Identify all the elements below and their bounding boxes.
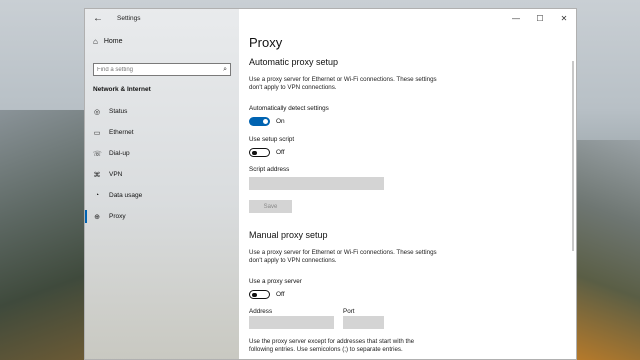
data-usage-icon: ◔ xyxy=(94,192,100,199)
setup-script-state: Off xyxy=(276,149,285,156)
use-proxy-state: Off xyxy=(276,291,285,298)
use-proxy-toggle-row: Off xyxy=(249,290,285,299)
sidebar-item-data-usage[interactable]: ◔ Data usage xyxy=(85,185,239,206)
globe-icon: ◎ xyxy=(93,108,101,116)
sidebar-item-label: Data usage xyxy=(109,192,143,199)
desc-line: don't apply to VPN connections. xyxy=(249,84,337,92)
section-title: Network & Internet xyxy=(93,86,151,93)
save-button[interactable]: Save xyxy=(249,200,292,213)
sidebar-item-proxy[interactable]: ⊕ Proxy xyxy=(85,206,239,227)
home-nav-item[interactable]: ⌂ Home xyxy=(93,37,123,46)
auto-setup-heading: Automatic proxy setup xyxy=(249,57,339,67)
desktop-background-right xyxy=(574,140,640,360)
ethernet-icon: ▭ xyxy=(93,129,101,137)
use-proxy-toggle[interactable] xyxy=(249,290,270,299)
home-label: Home xyxy=(103,38,123,45)
sidebar-item-label: Ethernet xyxy=(109,129,134,136)
script-address-label: Script address xyxy=(249,166,290,173)
desc-line: following entries. Use semicolons (;) to… xyxy=(249,346,403,354)
setup-script-toggle-row: Off xyxy=(249,148,285,157)
port-label: Port xyxy=(343,308,355,315)
proxy-exceptions-description: Use the proxy server except for addresse… xyxy=(249,338,559,355)
search-input[interactable] xyxy=(97,66,215,73)
globe-icon: ⊕ xyxy=(94,213,100,221)
desc-line: Use a proxy server for Ethernet or Wi-Fi… xyxy=(249,249,437,256)
search-icon[interactable]: ⌕ xyxy=(223,66,227,74)
app-title: Settings xyxy=(117,14,141,22)
manual-setup-heading: Manual proxy setup xyxy=(249,230,328,240)
auto-detect-toggle[interactable] xyxy=(249,117,270,126)
use-proxy-label: Use a proxy server xyxy=(249,278,302,285)
auto-detect-state: On xyxy=(276,118,285,125)
port-field[interactable] xyxy=(343,316,384,329)
manual-setup-description: Use a proxy server for Ethernet or Wi-Fi… xyxy=(249,249,559,266)
sidebar-item-label: Proxy xyxy=(109,213,126,220)
sidebar-item-status[interactable]: ◎ Status xyxy=(85,101,239,122)
auto-detect-toggle-row: On xyxy=(249,117,285,126)
address-label: Address xyxy=(249,308,273,315)
sidebar-item-label: Status xyxy=(109,108,128,115)
script-address-field[interactable] xyxy=(249,177,384,190)
scrollbar[interactable] xyxy=(572,61,574,251)
sidebar-item-label: VPN xyxy=(109,171,123,178)
vpn-icon: ⌘ xyxy=(93,171,101,179)
desc-line: Use a proxy server for Ethernet or Wi-Fi… xyxy=(249,76,437,83)
window-controls: — ☐ ✕ xyxy=(504,9,576,27)
sidebar-item-label: Dial-up xyxy=(109,150,130,157)
search-box[interactable]: ⌕ xyxy=(93,63,231,76)
auto-detect-label: Automatically detect settings xyxy=(249,105,329,112)
address-field[interactable] xyxy=(249,316,334,329)
sidebar-item-dial-up[interactable]: ☏ Dial-up xyxy=(85,143,239,164)
maximize-button[interactable]: ☐ xyxy=(528,9,552,27)
minimize-button[interactable]: — xyxy=(504,9,528,27)
desc-line: Use the proxy server except for addresse… xyxy=(249,338,415,345)
sidebar: ⌂ Home ⌕ Network & Internet ◎ Status ▭ E… xyxy=(85,9,239,359)
page-title: Proxy xyxy=(249,35,283,50)
settings-window: ⌂ Home ⌕ Network & Internet ◎ Status ▭ E… xyxy=(84,8,577,360)
setup-script-toggle[interactable] xyxy=(249,148,270,157)
sidebar-item-ethernet[interactable]: ▭ Ethernet xyxy=(85,122,239,143)
titlebar: ← Settings — ☐ ✕ xyxy=(85,9,576,27)
home-icon: ⌂ xyxy=(93,37,98,46)
setup-script-label: Use setup script xyxy=(249,136,295,143)
desktop-background-left xyxy=(0,110,84,360)
desc-line: don't apply to VPN connections. xyxy=(249,257,337,265)
close-button[interactable]: ✕ xyxy=(552,9,576,27)
sidebar-item-vpn[interactable]: ⌘ VPN xyxy=(85,164,239,185)
back-arrow-icon[interactable]: ← xyxy=(91,11,105,25)
auto-setup-description: Use a proxy server for Ethernet or Wi-Fi… xyxy=(249,76,559,93)
phone-icon: ☏ xyxy=(93,150,102,158)
nav-list: ◎ Status ▭ Ethernet ☏ Dial-up ⌘ VPN ◔ Da… xyxy=(85,101,239,227)
